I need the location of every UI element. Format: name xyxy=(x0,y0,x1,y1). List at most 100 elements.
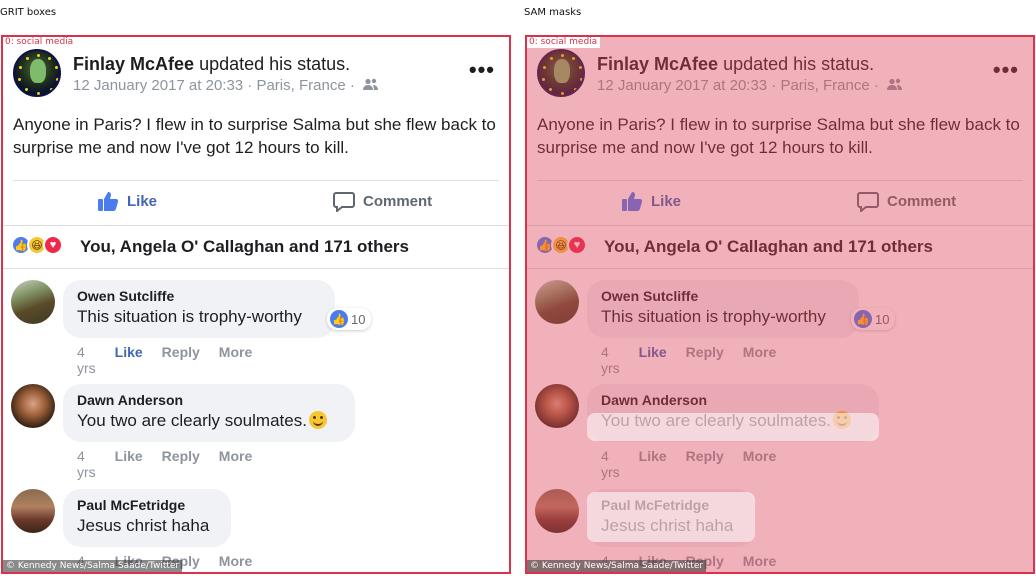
facebook-post: Finlay McAfee updated his status. 12 Jan… xyxy=(3,37,509,572)
commenter-avatar[interactable] xyxy=(11,384,55,428)
comment-bubble: Owen Sutcliffe This situation is trophy-… xyxy=(63,280,335,338)
comment-more-button[interactable]: More xyxy=(743,553,776,572)
author-name[interactable]: Finlay McAfee xyxy=(73,54,194,74)
commenter-name[interactable]: Dawn Anderson xyxy=(77,391,341,409)
author-name[interactable]: Finlay McAfee xyxy=(597,54,718,74)
comment-actions: 4 yrs Like Reply More xyxy=(601,448,795,480)
post-menu-button[interactable]: ••• xyxy=(993,57,1019,83)
friends-icon xyxy=(887,78,902,90)
post-action: updated his status. xyxy=(723,54,875,74)
comment-reply-button[interactable]: Reply xyxy=(162,344,200,376)
reactions-summary[interactable]: You, Angela O' Callaghan and 171 others xyxy=(604,237,933,257)
commenter-name[interactable]: Owen Sutcliffe xyxy=(77,287,321,305)
comment-time[interactable]: 4 yrs xyxy=(77,448,96,480)
commenter-avatar[interactable] xyxy=(11,280,55,324)
commenter-name[interactable]: Paul McFetridge xyxy=(77,496,217,514)
divider xyxy=(13,180,499,181)
comment-bubble: Dawn Anderson You two are clearly soulma… xyxy=(587,384,879,442)
author-avatar[interactable] xyxy=(537,49,585,97)
image-credit: © Kennedy News/Salma Saade/Twitter xyxy=(527,560,707,572)
comment-text: This situation is trophy-worthy xyxy=(77,307,302,326)
love-reaction-icon: ♥ xyxy=(43,235,63,255)
comment-reply-button[interactable]: Reply xyxy=(686,344,724,376)
post-header: Finlay McAfee updated his status. xyxy=(73,54,350,75)
commenter-avatar[interactable] xyxy=(535,280,579,324)
reactions-summary[interactable]: You, Angela O' Callaghan and 171 others xyxy=(80,237,409,257)
post-status-text: Anyone in Paris? I flew in to surprise S… xyxy=(13,115,496,157)
comment-bubble: Paul McFetridge Jesus christ haha xyxy=(587,489,755,547)
like-label: Like xyxy=(127,192,158,210)
comment-button[interactable]: Comment xyxy=(857,190,956,212)
comment-actions: 4 yrs Like Reply More xyxy=(601,344,795,376)
comment-text: You two are clearly soulmates. xyxy=(77,409,341,433)
post-status-text: Anyone in Paris? I flew in to surprise S… xyxy=(537,115,1020,157)
like-button[interactable]: Like xyxy=(97,190,157,212)
mask-label: 0: social media xyxy=(527,37,601,48)
comment-text-content: You two are clearly soulmates. xyxy=(77,411,307,430)
reaction-icons[interactable]: 👍 😆 ♥ xyxy=(11,235,63,255)
comment-like-button[interactable]: Like xyxy=(115,344,143,376)
reaction-count: 10 xyxy=(351,311,366,327)
comment-bubble: Paul McFetridge Jesus christ haha xyxy=(63,489,231,547)
left-heading: GRIT boxes xyxy=(0,7,57,18)
commenter-name[interactable]: Paul McFetridge xyxy=(601,496,741,514)
post-menu-button[interactable]: ••• xyxy=(469,57,495,83)
divider xyxy=(527,268,1033,269)
smiley-emoji-icon xyxy=(308,411,327,429)
grit-panel: 0: social media Finlay McAfee updated hi… xyxy=(1,35,511,574)
divider xyxy=(3,225,509,226)
commenter-avatar[interactable] xyxy=(535,489,579,533)
reaction-count: 10 xyxy=(875,311,890,327)
comment-actions: 4 yrs Like Reply More xyxy=(77,344,271,376)
love-reaction-icon: ♥ xyxy=(567,235,587,255)
like-reaction-icon: 👍 xyxy=(330,310,348,328)
post-timestamp[interactable]: 12 January 2017 at 20:33 · Paris, France… xyxy=(73,77,355,94)
comment-more-button[interactable]: More xyxy=(743,448,776,480)
divider xyxy=(537,180,1023,181)
like-button[interactable]: Like xyxy=(621,190,681,212)
comment-more-button[interactable]: More xyxy=(743,344,776,376)
comment-like-button[interactable]: Like xyxy=(115,448,143,480)
divider xyxy=(3,268,509,269)
right-heading: SAM masks xyxy=(524,7,582,18)
thumbs-up-icon xyxy=(98,192,119,211)
comment-like-button[interactable]: Like xyxy=(639,344,667,376)
commenter-avatar[interactable] xyxy=(535,384,579,428)
comment-reaction-badge[interactable]: 👍 10 xyxy=(851,308,896,330)
comment-bubble: Owen Sutcliffe This situation is trophy-… xyxy=(587,280,859,338)
comment-text: Jesus christ haha xyxy=(77,516,210,535)
commenter-name[interactable]: Owen Sutcliffe xyxy=(601,287,845,305)
post-timestamp[interactable]: 12 January 2017 at 20:33 · Paris, France… xyxy=(597,77,879,94)
comment-reaction-badge[interactable]: 👍 10 xyxy=(327,308,372,330)
facebook-post-masked: Finlay McAfee updated his status. 12 Jan… xyxy=(527,37,1033,572)
author-avatar[interactable] xyxy=(13,49,61,97)
comment-time[interactable]: 4 yrs xyxy=(601,448,620,480)
reaction-icons[interactable]: 👍 😆 ♥ xyxy=(535,235,587,255)
comparison-figure: GRIT boxes SAM masks 0: social media Fin… xyxy=(0,0,1036,576)
comment-bubble: Dawn Anderson You two are clearly soulma… xyxy=(63,384,355,442)
comment-more-button[interactable]: More xyxy=(219,344,252,376)
thumbs-up-icon xyxy=(622,192,643,211)
comment-button[interactable]: Comment xyxy=(333,190,432,212)
box-label: 0: social media xyxy=(3,37,77,48)
comment-more-button[interactable]: More xyxy=(219,448,252,480)
comment-reply-button[interactable]: Reply xyxy=(686,448,724,480)
post-action: updated his status. xyxy=(199,54,351,74)
comment-reply-button[interactable]: Reply xyxy=(162,448,200,480)
comment-time[interactable]: 4 yrs xyxy=(77,344,96,376)
comment-actions: 4 yrs Like Reply More xyxy=(77,448,271,480)
commenter-avatar[interactable] xyxy=(11,489,55,533)
comment-time[interactable]: 4 yrs xyxy=(601,344,620,376)
sam-panel: 0: social media Finlay McAfee updated hi… xyxy=(525,35,1035,574)
friends-icon xyxy=(363,78,378,90)
commenter-name[interactable]: Dawn Anderson xyxy=(601,391,865,409)
post-header: Finlay McAfee updated his status. xyxy=(597,54,874,75)
comment-icon xyxy=(857,192,879,212)
post-meta: 12 January 2017 at 20:33 · Paris, France… xyxy=(73,77,379,94)
comment-label: Comment xyxy=(887,192,957,210)
comment-like-button[interactable]: Like xyxy=(639,448,667,480)
comment-text: Jesus christ haha xyxy=(601,516,734,535)
comment-more-button[interactable]: More xyxy=(219,553,252,572)
image-credit: © Kennedy News/Salma Saade/Twitter xyxy=(3,560,183,572)
comment-label: Comment xyxy=(363,192,433,210)
